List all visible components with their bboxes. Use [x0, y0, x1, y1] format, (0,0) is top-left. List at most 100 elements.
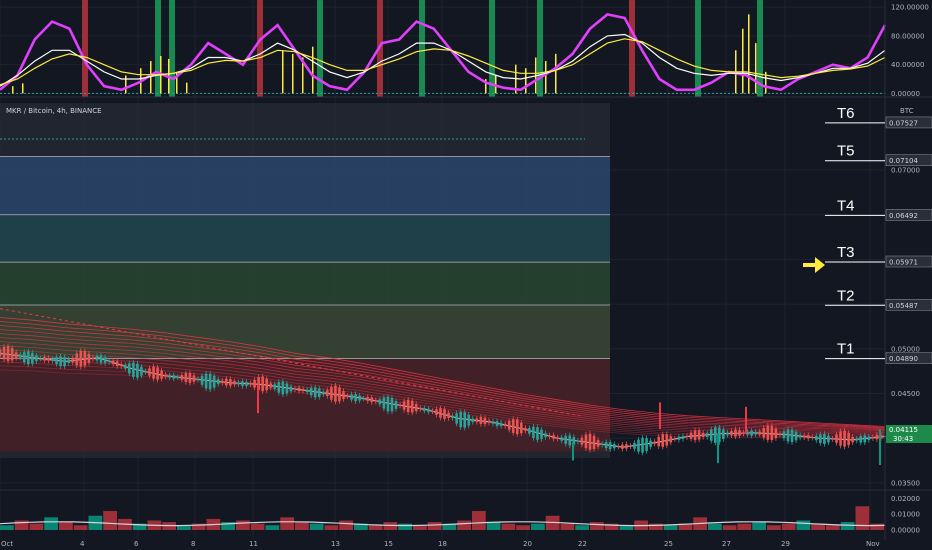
candle-body	[192, 375, 196, 382]
volume-bar	[708, 523, 722, 530]
histogram-bar	[742, 28, 744, 94]
candle-body	[661, 434, 665, 447]
volume-bar	[826, 525, 840, 530]
candle-body	[491, 421, 495, 424]
volume-bar	[309, 523, 324, 530]
candle-body	[136, 363, 139, 378]
candle-body	[625, 444, 628, 449]
candle-body	[447, 412, 450, 418]
volume-bar	[722, 525, 737, 530]
candle-body	[770, 425, 774, 441]
candle-body	[645, 438, 648, 451]
candle-body	[406, 399, 410, 413]
price-tick: 0.04500	[891, 390, 920, 398]
candle-body	[823, 434, 826, 444]
candle-body	[249, 383, 252, 385]
candle-body	[51, 359, 54, 361]
candle-body	[39, 358, 42, 360]
trading-chart[interactable]: MKR / Bitcoin, 4h, BINANCE BTC 120.00000…	[0, 0, 932, 550]
candle-body	[596, 440, 600, 447]
candle-body	[722, 429, 725, 439]
candle-body	[693, 430, 697, 441]
candle-body	[511, 419, 515, 433]
volume-bar	[796, 520, 811, 530]
candle-body	[633, 442, 636, 449]
candle-body	[584, 434, 588, 449]
histogram-bar	[312, 46, 314, 94]
candle-body	[59, 356, 62, 367]
candle-body	[649, 440, 652, 447]
candle-body	[414, 403, 418, 412]
time-tick: 13	[331, 540, 340, 548]
candle-body	[875, 434, 879, 440]
candle-body	[742, 432, 745, 434]
volume-bar	[339, 520, 353, 530]
volume-bar	[737, 523, 752, 530]
volume-bar	[560, 523, 575, 530]
volume-bar	[383, 522, 398, 530]
time-tick: 15	[384, 540, 393, 548]
candle-body	[156, 367, 159, 380]
candle-body	[669, 436, 673, 443]
candle-body	[806, 435, 810, 439]
candle-body	[766, 425, 770, 440]
price-tick: 0.03500	[891, 479, 920, 487]
candle-body	[2, 346, 6, 360]
candle-body	[326, 390, 329, 396]
candle-body	[119, 363, 123, 367]
candle-body	[774, 428, 778, 439]
candle-body	[115, 361, 119, 367]
time-tick: 25	[664, 540, 673, 548]
volume-bar	[59, 522, 73, 530]
candle-body	[269, 383, 273, 388]
candle-body	[14, 352, 18, 358]
candle-body	[309, 387, 313, 396]
candle-body	[548, 435, 551, 437]
candle-body	[220, 380, 224, 384]
candle-body	[301, 389, 305, 391]
signal-stripe	[257, 0, 263, 97]
candle-body	[313, 387, 317, 398]
candle-body	[431, 411, 434, 413]
candle-body	[67, 359, 70, 363]
volume-bar	[531, 523, 545, 530]
chart-stage: MKR / Bitcoin, 4h, BINANCE BTC 120.00000…	[0, 0, 932, 550]
target-price: 0.05971	[889, 259, 918, 267]
volume-bar	[0, 525, 14, 530]
candle-body	[350, 394, 353, 400]
candle-body	[95, 355, 99, 361]
candle-body	[576, 440, 580, 442]
candle-body	[734, 429, 737, 437]
candle-body	[802, 435, 806, 438]
countdown-timer: 30:43	[893, 435, 913, 443]
histogram-bar	[292, 53, 294, 94]
target-label: T3	[837, 244, 855, 261]
candle-body	[616, 446, 620, 448]
candle-body	[705, 433, 709, 437]
volume-bar	[44, 517, 58, 530]
candle-body	[475, 418, 479, 422]
target-zone	[0, 304, 610, 359]
candle-body	[386, 396, 390, 412]
histogram-bar	[545, 61, 547, 94]
candle-body	[471, 418, 475, 422]
candle-body	[394, 401, 398, 409]
candle-body	[180, 374, 184, 380]
candle-body	[398, 404, 402, 406]
candle-body	[289, 386, 293, 392]
volume-bar	[103, 511, 117, 530]
candle-body	[831, 438, 834, 440]
candle-body	[148, 368, 151, 376]
target-zone	[0, 262, 610, 305]
signal-stripe	[419, 0, 425, 97]
oscillator-tick: 0.00000	[891, 90, 920, 98]
symbol-label[interactable]: MKR / Bitcoin, 4h, BINANCE	[6, 107, 102, 115]
candle-body	[483, 417, 487, 425]
candle-body	[863, 435, 867, 443]
candle-body	[612, 444, 616, 449]
volume-tick: 0.00000	[891, 527, 920, 535]
candle-body	[507, 421, 511, 430]
candle-body	[754, 431, 757, 435]
candle-body	[172, 375, 176, 379]
candle-body	[71, 358, 75, 363]
